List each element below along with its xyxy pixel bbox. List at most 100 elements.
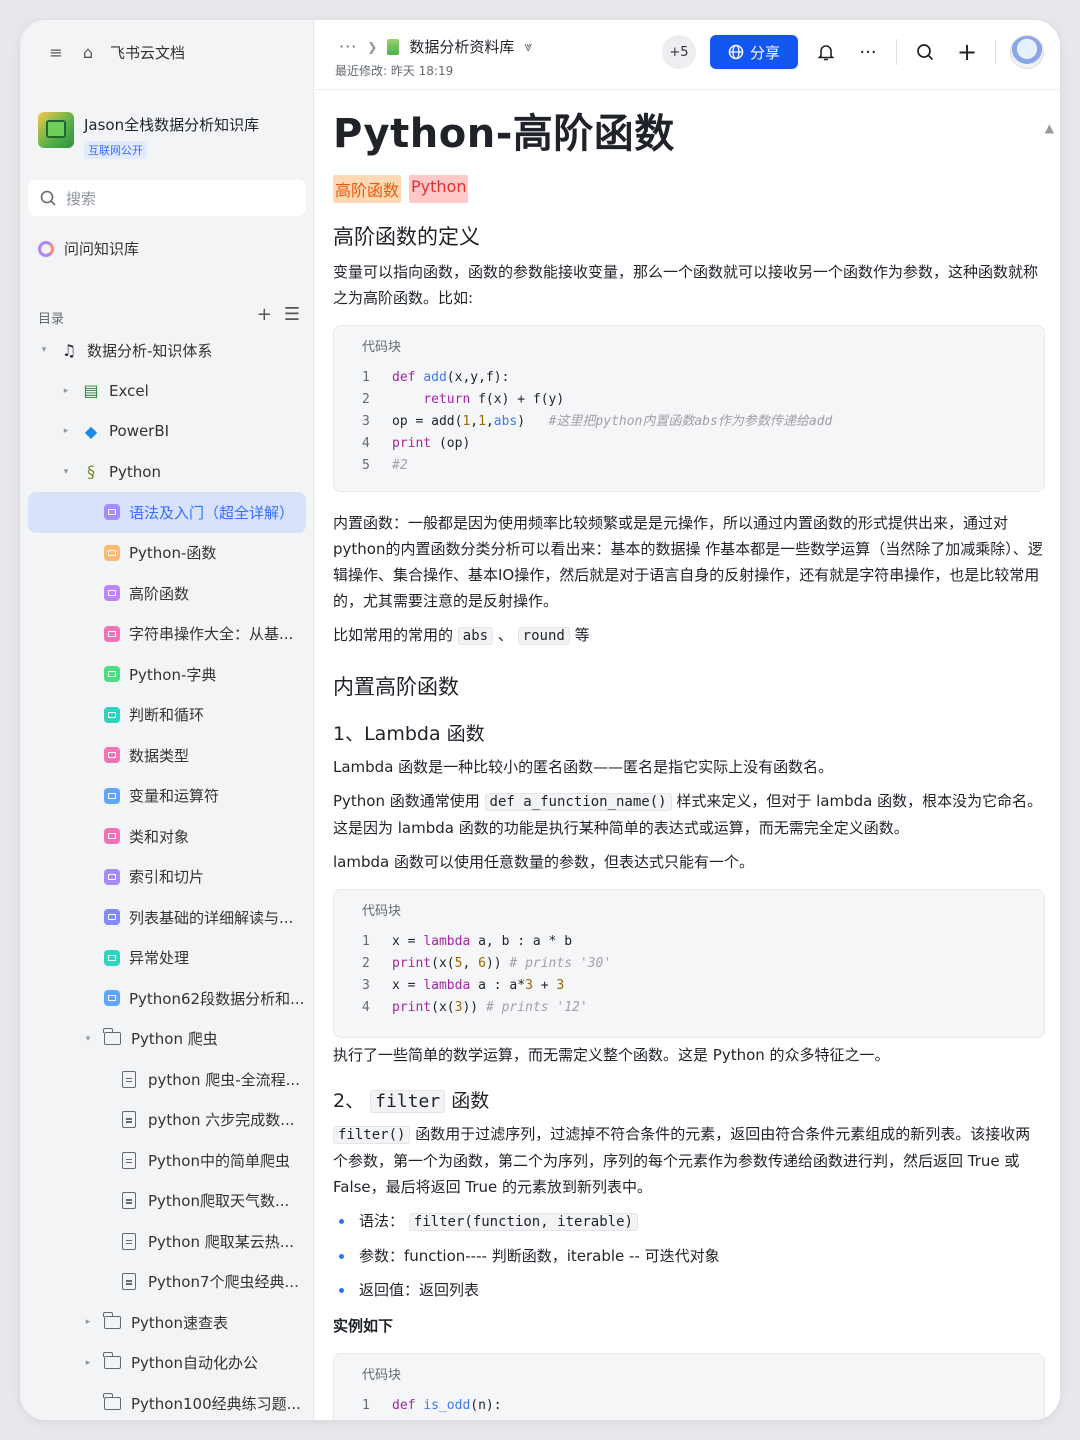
sidebar-item[interactable]: 字符串操作大全：从基... [20, 614, 314, 655]
doc-square-icon [104, 909, 120, 926]
doc-square-icon [104, 868, 120, 885]
add-page-icon[interactable]: + [257, 304, 272, 327]
sidebar-item[interactable]: Python爬取天气数... [20, 1181, 314, 1222]
sidebar-item[interactable]: ▸ ◆ PowerBI [20, 411, 314, 452]
breadcrumb-more[interactable]: ··· [339, 37, 357, 56]
example-label: 实例如下 [333, 1317, 394, 1335]
sidebar-item[interactable]: Python62段数据分析和... [20, 978, 314, 1019]
code-line: 4 print (op) [362, 436, 471, 451]
sidebar-item[interactable]: 索引和切片 [20, 857, 314, 898]
heading-lambda: 1、Lambda 函数 [333, 723, 485, 745]
sidebar-item-label: python 爬虫-全流程... [148, 1070, 300, 1089]
bell-icon[interactable] [812, 38, 840, 66]
app-window: ≡ ⌂ 飞书云文档 Jason全栈数据分析知识库 互联网公开 搜索 问问知识库 … [20, 20, 1060, 1420]
breadcrumb: ··· ❯ 数据分析资料库 ⩔ [339, 36, 532, 57]
sidebar-item[interactable]: ▸ ▤ Excel [20, 371, 314, 412]
sidebar-item[interactable]: 异常处理 [20, 938, 314, 979]
sidebar-item[interactable]: Python 爬取某云热... [20, 1221, 314, 1262]
pin-icon[interactable]: ⩔ [524, 39, 532, 55]
sidebar-item[interactable]: ▸ Python自动化办公 [20, 1343, 314, 1384]
sidebar-item[interactable]: 变量和运算符 [20, 776, 314, 817]
para-filter: filter() 函数用于过滤序列，过滤掉不符合条件的元素，返回由符合条件元素组… [333, 1125, 1031, 1196]
folder-icon [103, 1311, 121, 1329]
sidebar-item[interactable]: 语法及入门（超全详解） [28, 492, 306, 533]
doc-header: ··· ❯ 数据分析资料库 ⩔ 最近修改: 昨天 18:19 +5 分享 ···… [315, 20, 1060, 90]
sidebar-item[interactable]: 列表基础的详细解读与... [20, 897, 314, 938]
more-icon[interactable]: ··· [854, 38, 882, 66]
doc-tag[interactable]: Python [409, 175, 469, 203]
sidebar-item-label: 判断和循环 [129, 706, 205, 725]
sidebar-item[interactable]: ▾ Python 爬虫 [20, 1019, 314, 1060]
sidebar-item-label: Python [109, 462, 161, 481]
doc-icon [122, 1070, 136, 1088]
sidebar-item-label: Python7个爬虫经典... [148, 1273, 299, 1292]
code-line: 1 def add(x,y,f): [362, 370, 510, 385]
inline-code: filter() [333, 1126, 411, 1144]
home-icon[interactable]: ⌂ [78, 43, 98, 63]
code-block[interactable]: 代码块 1 def is_odd(n): [333, 1353, 1045, 1420]
sidebar-item[interactable]: Python100经典练习题... [20, 1383, 314, 1420]
sidebar-item[interactable]: Python7个爬虫经典... [20, 1262, 314, 1303]
doc-square-icon [104, 949, 120, 966]
plus-icon[interactable]: + [953, 38, 981, 66]
para-definition: 变量可以指向函数，函数的参数能接收变量，那么一个函数就可以接收另一个函数作为参数… [333, 263, 1039, 307]
sidebar-item[interactable]: Python-函数 [20, 533, 314, 574]
knowledge-base-header[interactable]: Jason全栈数据分析知识库 互联网公开 [38, 112, 259, 159]
inline-code: filter(function, iterable) [408, 1213, 638, 1231]
sidebar-item[interactable]: python 六步完成数... [20, 1100, 314, 1141]
doc-tag[interactable]: 高阶函数 [333, 175, 402, 203]
code-block[interactable]: 代码块 1 def add(x,y,f): 2 return f(x) + f(y… [333, 325, 1045, 492]
sidebar-item[interactable]: Python-字典 [20, 654, 314, 695]
app-name[interactable]: 飞书云文档 [110, 42, 185, 63]
chevron-right-icon: ❯ [367, 39, 378, 54]
share-button[interactable]: 分享 [710, 35, 798, 69]
knowledge-base-logo [38, 112, 74, 148]
code-block[interactable]: 代码块 1x = lambda a, b : a * b 2 print(x(5,… [333, 889, 1045, 1038]
sidebar-item-label: Python 爬虫 [131, 1030, 218, 1049]
sidebar-item[interactable]: 数据类型 [20, 735, 314, 776]
sidebar-item[interactable]: 高阶函数 [20, 573, 314, 614]
sidebar-item[interactable]: Python中的简单爬虫 [20, 1140, 314, 1181]
sidebar-item-label: Python爬取天气数... [148, 1192, 290, 1211]
breadcrumb-title[interactable]: 数据分析资料库 [409, 36, 514, 57]
chevron-down-icon[interactable]: ▾ [82, 1034, 94, 1044]
sidebar-item-label: python 六步完成数... [148, 1111, 295, 1130]
filter-bullets: 语法： filter(function, iterable) 参数：functi… [333, 1204, 1045, 1307]
code-block-label: 代码块 [362, 904, 402, 919]
chevron-down-icon[interactable]: ▾ [60, 467, 72, 477]
share-label: 分享 [749, 43, 780, 62]
sidebar: ≡ ⌂ 飞书云文档 Jason全栈数据分析知识库 互联网公开 搜索 问问知识库 … [20, 20, 314, 1420]
chevron-right-icon[interactable]: ▸ [60, 386, 72, 396]
public-badge: 互联网公开 [84, 141, 147, 159]
doc-square-icon [104, 585, 120, 602]
search-doc-icon[interactable] [911, 38, 939, 66]
doc-icon [122, 1151, 136, 1169]
sidebar-item[interactable]: 类和对象 [20, 816, 314, 857]
list-item: 返回值：返回列表 [339, 1273, 1045, 1307]
sidebar-item-label: 异常处理 [129, 949, 190, 968]
code-block-label: 代码块 [362, 340, 402, 355]
sidebar-item[interactable]: python 爬虫-全流程... [20, 1059, 314, 1100]
sidebar-search[interactable]: 搜索 [28, 180, 306, 216]
sidebar-item[interactable]: 判断和循环 [20, 695, 314, 736]
chevron-down-icon[interactable]: ▾ [38, 345, 50, 355]
sidebar-item-label: Python-字典 [129, 665, 217, 684]
ask-knowledge-base[interactable]: 问问知识库 [38, 238, 139, 259]
list-item: 语法： filter(function, iterable) [339, 1204, 1045, 1239]
sidebar-item[interactable]: ▾ § Python [20, 452, 314, 493]
chevron-right-icon[interactable]: ▸ [60, 426, 72, 436]
sidebar-item-label: PowerBI [109, 422, 170, 441]
scroll-up-icon[interactable]: ▲ [1045, 121, 1054, 135]
doc-square-icon [104, 504, 120, 521]
avatar[interactable] [1010, 35, 1044, 69]
chevron-right-icon[interactable]: ▸ [82, 1317, 94, 1327]
sidebar-item-label: 数据分析-知识体系 [87, 341, 213, 360]
sidebar-item[interactable]: ▾ ♫ 数据分析-知识体系 [20, 330, 314, 371]
collapse-sidebar-icon[interactable]: ≡ [46, 43, 66, 63]
collaborators-count[interactable]: +5 [662, 35, 696, 69]
sidebar-item[interactable]: ▸ Python速查表 [20, 1302, 314, 1343]
chevron-right-icon[interactable]: ▸ [82, 1358, 94, 1368]
sidebar-item-label: 索引和切片 [129, 868, 205, 887]
toc-list-icon[interactable]: ☰ [284, 304, 300, 327]
toc-tree: ▾ ♫ 数据分析-知识体系 ▸ ▤ Excel ▸ ◆ PowerBI ▾ § Python 语法及入门… [20, 330, 314, 1420]
